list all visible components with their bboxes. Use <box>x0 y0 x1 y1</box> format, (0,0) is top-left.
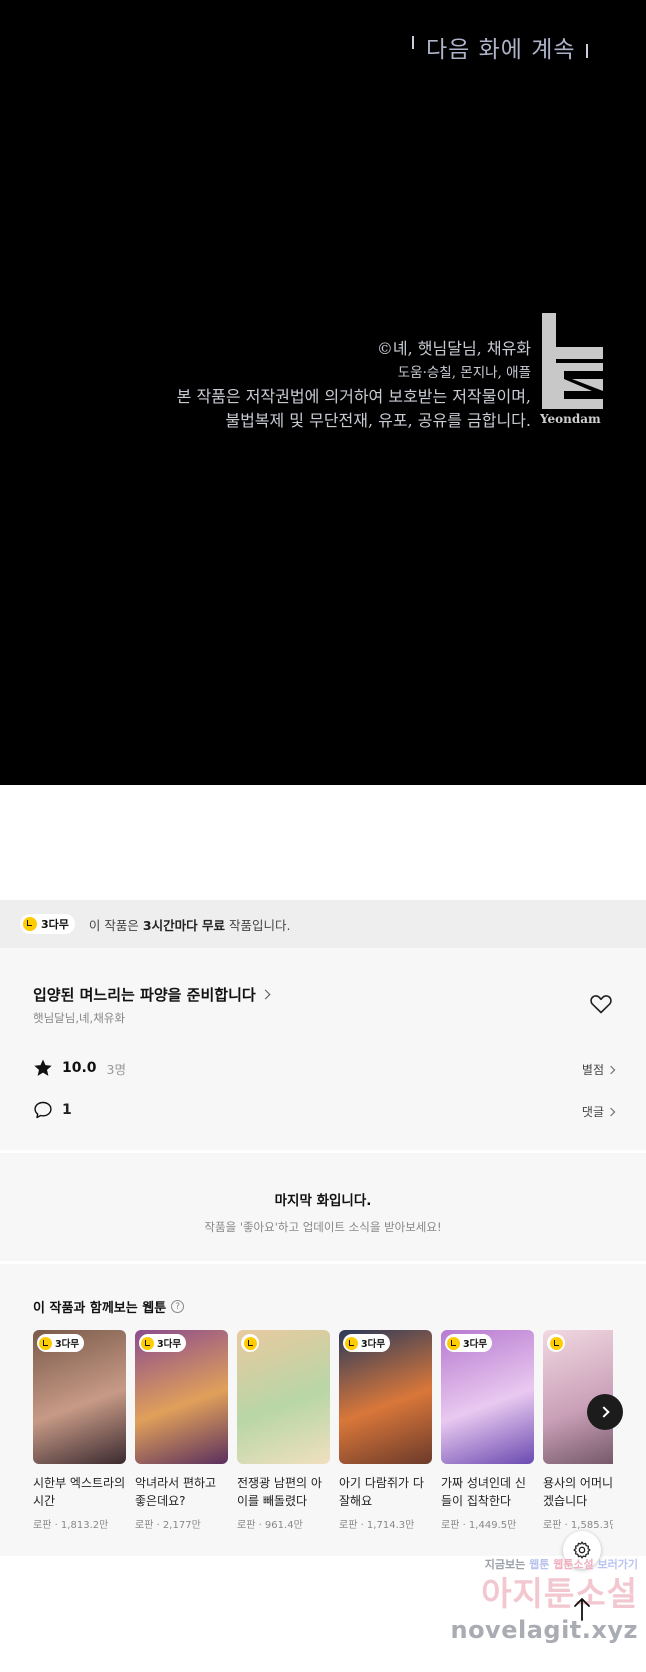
recommendation-title: 용사의 어머니 되겠습니다 <box>543 1476 613 1508</box>
clock-icon <box>243 1336 257 1350</box>
wait-free-badge: 3다무 <box>20 914 75 934</box>
recommendation-card[interactable]: 3다무악녀라서 편하고 좋은데요? 로판 · 2,177만 <box>135 1330 228 1531</box>
clock-icon <box>39 1336 52 1350</box>
recommendation-meta: 로판 · 2,177만 <box>135 1520 201 1531</box>
help-icon[interactable]: ? <box>171 1300 185 1313</box>
rating-score: 10.0 <box>62 1060 97 1076</box>
last-episode-subtitle: 작품을 '좋아요'하고 업데이트 소식을 받아보세요! <box>204 1220 442 1234</box>
recommendations-heading-text: 이 작품과 함께보는 웹툰 <box>33 1301 167 1316</box>
work-title: 입양된 며느리는 파양을 준비합니다 <box>33 986 256 1004</box>
recommendation-card[interactable]: 전쟁광 남편의 아이를 빼돌렸다로판 · 961.4만 <box>237 1330 330 1531</box>
recommendation-meta: 로판 · 1,585.3만 <box>543 1520 613 1531</box>
chevron-right-icon <box>606 1065 616 1074</box>
heart-icon[interactable] <box>589 992 613 1016</box>
wait-free-badge: 3다무 <box>445 1334 493 1352</box>
recommendation-carousel: 3다무 시한부 엑스트라의 시간 로판 · 1,813.2만 3다무 악녀라서 편하고 … <box>33 1330 613 1550</box>
recommendation-thumbnail <box>237 1330 330 1464</box>
wait-free-badge: 3다무 <box>139 1334 187 1352</box>
last-episode-notice: 마지막 화입니다. 작품을 '좋아요'하고 업데이트 소식을 받아보세요! <box>0 1153 646 1261</box>
free-text-post: 작품입니다. <box>228 917 291 933</box>
clock-badge <box>241 1334 259 1352</box>
recommendation-title: 가짜 성녀인데 신들이 집착한다 <box>441 1476 526 1508</box>
comment-link[interactable]: 댓글 <box>581 1103 616 1120</box>
scroll-top-button[interactable] <box>563 1590 601 1628</box>
recommendation-card[interactable]: 3다무시한부 엑스트라의 시간로판 · 1,813.2만 <box>33 1330 126 1531</box>
chevron-right-icon <box>597 1406 610 1418</box>
recommendation-thumbnail: 3다무 <box>339 1330 432 1464</box>
recommendation-thumbnail: 3다무 <box>33 1330 126 1464</box>
recommendation-card[interactable]: 3다무가짜 성녀인데 신들이 집착한다로판 · 1,449.5만 <box>441 1330 534 1531</box>
free-text-pre: 이 작품은 <box>88 917 139 933</box>
rating-count: 3명 <box>106 1061 126 1077</box>
clock-icon <box>345 1336 358 1350</box>
next-episode-text: 다음 화에 계속 <box>426 37 576 63</box>
last-episode-title: 마지막 화입니다. <box>274 1193 372 1209</box>
credit-line-authors: ©녜, 햇님달님, 채유화 <box>376 339 531 358</box>
work-info-section: 입양된 며느리는 파양을 준비합니다 햇님달님,녜,채유화 10.0 3명 별점… <box>0 948 646 1150</box>
free-text-bold: 3시간마다 무료 <box>142 917 225 933</box>
carousel-next-button[interactable] <box>587 1394 623 1430</box>
recommendation-thumbnail: 3다무 <box>441 1330 534 1464</box>
watermark-line1: 지금보는 웹툰 웹툰소설 보러가기 <box>438 1556 638 1572</box>
credit-line-copyright: 본 작품은 저작권법에 의거하여 보호받는 저작물이며, <box>176 387 531 406</box>
star-icon <box>34 1059 52 1076</box>
recommendation-title: 아기 다람쥐가 다 잘해요 <box>339 1476 424 1508</box>
clock-icon <box>549 1336 563 1350</box>
arrow-up-icon <box>574 1598 590 1621</box>
wait-free-badge: 3다무 <box>343 1334 391 1352</box>
recommendation-thumbnail: 3다무 <box>135 1330 228 1464</box>
clock-icon <box>447 1336 460 1350</box>
wait-free-badge-label: 3다무 <box>41 918 69 931</box>
recommendations-section: 이 작품과 함께보는 웹툰 ? 3다무시한부 엑스트라의 시간로판 · 1,81… <box>0 1264 646 1556</box>
recommendation-title: 악녀라서 편하고 좋은데요? <box>135 1476 217 1508</box>
recommendations-heading: 이 작품과 함께보는 웹툰 ? <box>33 1297 185 1316</box>
comic-panel: 다음 화에 계속 ©녜, 햇님달님, 채유화 도움·승칠, 몬지나, 애플 본 … <box>0 0 646 785</box>
clock-badge <box>547 1334 565 1352</box>
watermark-line1-a: 지금보는 <box>484 1558 526 1571</box>
recommendation-meta: 로판 · 1,449.5만 <box>441 1520 517 1531</box>
next-bracket-right <box>586 44 588 58</box>
recommendation-meta: 로판 · 1,813.2만 <box>33 1520 109 1531</box>
comment-icon <box>34 1101 52 1119</box>
credit-line-assistants: 도움·승칠, 몬지나, 애플 <box>397 365 531 381</box>
recommendation-meta: 로판 · 961.4만 <box>237 1520 303 1531</box>
clock-icon <box>23 917 37 931</box>
clock-icon <box>141 1336 154 1350</box>
chevron-right-icon <box>606 1107 616 1116</box>
settings-button[interactable] <box>563 1531 601 1569</box>
yeondam-logo <box>542 313 603 409</box>
comment-link-label: 댓글 <box>581 1105 604 1119</box>
recommendation-card[interactable]: 용사의 어머니 되겠습니다로판 · 1,585.3만 <box>543 1330 613 1531</box>
wait-free-badge: 3다무 <box>37 1334 85 1352</box>
wait-free-badge-label: 3다무 <box>55 1339 80 1350</box>
rating-link-label: 별점 <box>581 1063 604 1077</box>
recommendation-title: 전쟁광 남편의 아이를 빼돌렸다 <box>237 1476 322 1508</box>
gear-icon <box>573 1541 591 1559</box>
rating-row: 10.0 3명 <box>33 1058 126 1078</box>
free-info-banner: 3다무 이 작품은 3시간마다 무료 작품입니다. <box>0 900 646 948</box>
next-bracket-left <box>412 36 414 49</box>
credit-line-prohibit: 불법복제 및 무단전재, 유포, 공유를 금합니다. <box>225 411 531 430</box>
logo-wordmark: Yeondam <box>540 412 601 426</box>
wait-free-badge-label: 3다무 <box>463 1339 488 1350</box>
watermark-line1-d: 보러가기 <box>597 1558 638 1571</box>
watermark-line1-b: 웹툰 <box>529 1558 550 1571</box>
wait-free-badge-label: 3다무 <box>157 1339 182 1350</box>
recommendation-meta: 로판 · 1,714.3만 <box>339 1520 415 1531</box>
work-title-link[interactable]: 입양된 며느리는 파양을 준비합니다 <box>33 984 271 1005</box>
wait-free-badge-label: 3다무 <box>361 1339 386 1350</box>
comment-row: 1 <box>33 1100 72 1120</box>
rating-link[interactable]: 별점 <box>581 1061 616 1078</box>
chevron-right-icon <box>260 989 271 1000</box>
work-authors: 햇님달님,녜,채유화 <box>33 1011 125 1025</box>
site-watermark: 지금보는 웹툰 웹툰소설 보러가기 아지툰소설 novelagit.xyz <box>438 1556 638 1668</box>
copyright-credits: ©녜, 햇님달님, 채유화 도움·승칠, 몬지나, 애플 본 작품은 저작권법에… <box>177 337 531 433</box>
episode-end-page: 다음 화에 계속 ©녜, 햇님달님, 채유화 도움·승칠, 몬지나, 애플 본 … <box>0 0 646 1672</box>
recommendation-card[interactable]: 3다무아기 다람쥐가 다 잘해요로판 · 1,714.3만 <box>339 1330 432 1531</box>
watermark-line3: novelagit.xyz <box>450 1616 638 1644</box>
watermark-line2: 아지툰소설 <box>481 1574 638 1613</box>
recommendation-title: 시한부 엑스트라의 시간 <box>33 1476 126 1508</box>
comment-count: 1 <box>62 1102 72 1118</box>
